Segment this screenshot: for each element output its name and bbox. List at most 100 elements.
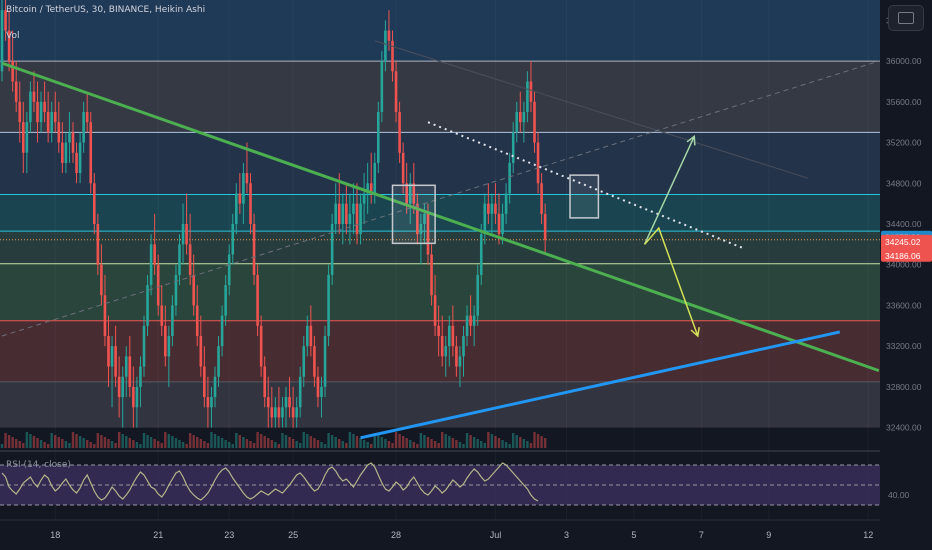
volume-bar [512,433,515,448]
volume-bar [192,435,195,448]
candle-body [206,397,210,408]
candle-body [458,356,462,367]
rsi-tick-label: 40.00 [888,490,910,500]
price-tick-label: 34400.00 [886,219,922,229]
volume-legend[interactable]: Vol [6,31,19,41]
zone-layer [0,0,880,428]
candle-body [50,112,53,133]
volume-bar [100,435,103,448]
volume-bar [75,434,78,448]
candle-body [203,366,206,398]
candle-body [78,142,82,174]
volume-bar [419,433,423,448]
price-zone [0,263,880,321]
candle-body [391,40,394,72]
candle-body [270,407,274,418]
volume-bar [362,440,366,448]
candle-body [224,285,227,316]
candle-body [448,325,451,347]
volume-bar [213,434,217,448]
volume-bar [274,442,277,448]
volume-bar [455,440,458,448]
candle-body [178,244,181,275]
volume-bar [167,434,171,448]
axis-background [880,0,932,550]
volume-bar [341,441,344,448]
volume-bar [448,436,451,448]
candle-body [185,224,188,245]
volume-bar [288,437,291,448]
candle-body [213,376,217,398]
volume-bar [93,444,96,448]
volume-bar [444,434,447,448]
candle-body [337,203,341,224]
volume-bar [107,439,110,448]
candle-body [281,407,284,418]
candle-body [121,376,124,398]
volume-bar [238,435,242,448]
candle-body [320,386,323,398]
volume-bar [401,436,405,448]
candle-body [249,183,252,224]
volume-bar [267,438,270,448]
volume-bar [114,443,117,448]
volume-bar [391,443,394,448]
candle-body [22,122,25,153]
volume-bar [203,441,206,448]
volume-bar [64,441,68,448]
volume-bar [299,443,302,448]
volume-bar [320,442,323,448]
price-tick-label: 33200.00 [886,341,922,351]
price-axis[interactable]: 36400.0036000.0035600.0035200.0034800.00… [880,0,932,550]
consolidation-box [569,174,600,219]
candle-body [128,356,132,387]
volume-bar [412,442,415,448]
candle-body [352,203,355,214]
candle-body [284,397,288,408]
price-tick-label: 35600.00 [886,97,922,107]
candle-body [71,132,75,153]
screenshot-button[interactable] [888,5,924,31]
volume-bar [15,439,18,448]
rsi-legend[interactable]: RSI (14, close) [6,460,71,470]
candle-body [494,203,497,214]
candle-body [313,346,316,377]
volume-bar [384,439,387,448]
volume-bar [433,441,437,448]
volume-bar [178,440,181,448]
volume-bar [181,442,185,448]
symbol-legend[interactable]: Bitcoin / TetherUS, 30, BINANCE, Heikin … [6,3,205,17]
candle-body [483,203,487,235]
volume-bar [86,440,89,448]
candle-body [433,295,437,326]
volume-bar [451,438,455,448]
candle-body [174,274,178,306]
candle-body [476,274,479,316]
volume-bar [71,432,75,448]
volume-bar [160,443,163,448]
candle-body [167,336,171,357]
candle-body [181,224,185,245]
volume-bar [46,444,50,448]
candle-body [252,224,256,275]
candle-body [96,224,100,265]
chart-canvas[interactable]: 36400.0036000.0035600.0035200.0034800.00… [0,0,932,550]
price-tick-label: 35200.00 [886,138,922,148]
candle-body [135,386,139,408]
time-tick-label: 12 [863,530,873,540]
volume-bar [142,433,146,448]
volume-bar [519,437,522,448]
candle-body [242,173,245,204]
candle-body [11,61,14,82]
volume-bar [316,440,320,448]
candle-body [465,315,469,336]
volume-bar [480,441,483,448]
volume-bar [224,440,227,448]
candle-body [306,325,309,347]
volume-bar [487,432,490,448]
candle-body [210,397,213,408]
candle-body [227,254,231,286]
candle-body [533,101,536,143]
candle-body [160,305,164,326]
candle-body [302,346,306,377]
